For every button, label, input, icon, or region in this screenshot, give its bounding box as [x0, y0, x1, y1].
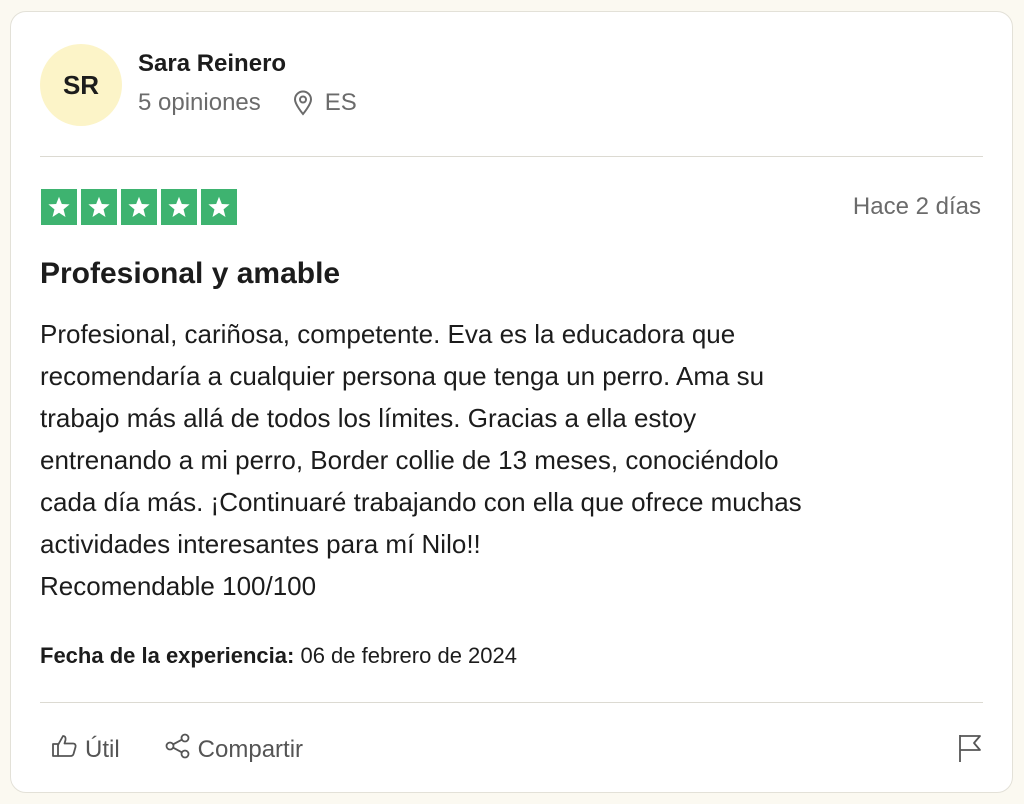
report-flag-button[interactable] — [956, 732, 984, 769]
review-date: Hace 2 días — [852, 193, 981, 220]
experience-label: Fecha de la experiencia: — [40, 643, 295, 668]
star-4 — [161, 189, 197, 225]
flag-icon — [956, 735, 984, 768]
star-icon — [48, 196, 70, 217]
star-5 — [201, 189, 237, 225]
review-card: SR Sara Reinero 5 opiniones ES Hace 2 dí… — [10, 11, 1013, 793]
review-count: 5 opiniones — [138, 89, 261, 116]
review-body: Profesional, cariñosa, competente. Eva e… — [40, 319, 802, 601]
experience-date: Fecha de la experiencia: 06 de febrero d… — [40, 643, 517, 669]
useful-button[interactable]: Útil — [51, 733, 120, 766]
thumbs-up-icon — [51, 733, 79, 766]
location-pin-icon — [293, 90, 313, 116]
reviewer-name[interactable]: Sara Reinero — [138, 50, 286, 78]
review-actions: Útil Compartir — [51, 732, 303, 767]
avatar-initials: SR — [62, 69, 100, 100]
review-title[interactable]: Profesional y amable — [40, 257, 340, 291]
star-3 — [121, 189, 157, 225]
reviewer-meta: 5 opiniones ES — [138, 89, 357, 117]
star-icon — [128, 196, 150, 217]
star-rating — [41, 189, 237, 225]
share-button[interactable]: Compartir — [164, 732, 303, 767]
star-icon — [208, 196, 230, 217]
star-2 — [81, 189, 117, 225]
star-icon — [88, 196, 110, 217]
star-icon — [168, 196, 190, 217]
useful-label: Útil — [85, 735, 120, 763]
share-icon — [164, 732, 192, 767]
experience-value: 06 de febrero de 2024 — [300, 643, 517, 668]
star-1 — [41, 189, 77, 225]
footer-divider — [40, 702, 983, 703]
reviewer-country: ES — [324, 89, 357, 116]
share-label: Compartir — [197, 735, 304, 763]
avatar[interactable]: SR — [40, 44, 122, 126]
header-divider — [40, 156, 983, 157]
